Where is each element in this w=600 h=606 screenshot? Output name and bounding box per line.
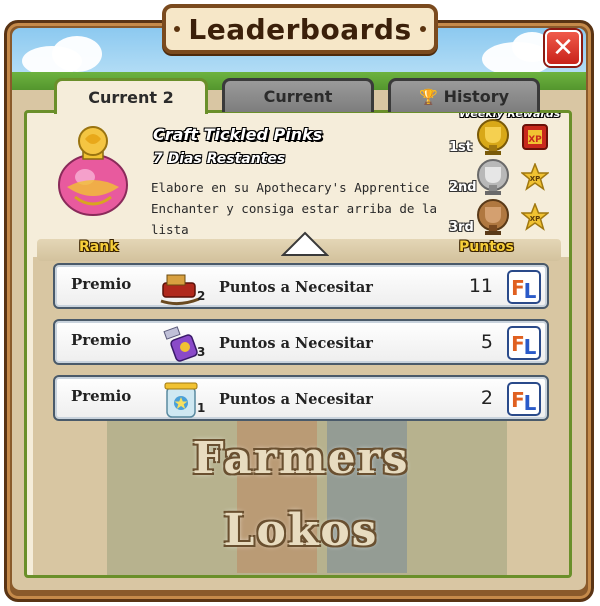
- close-icon: ✕: [552, 33, 574, 63]
- xp-book-icon: XP: [522, 124, 548, 150]
- tab-label: History: [443, 87, 510, 106]
- title-banner: Leaderboards: [162, 4, 438, 54]
- place-label: 2nd: [449, 180, 477, 195]
- svg-text:XP: XP: [528, 135, 542, 145]
- row-description: Puntos a Necesitar: [219, 391, 373, 408]
- gold-trophy-icon: [477, 119, 509, 155]
- row-description: Puntos a Necesitar: [219, 279, 373, 296]
- row-quantity: 1: [197, 401, 206, 415]
- tab-history[interactable]: 🏆 History: [388, 78, 540, 112]
- silver-trophy-icon: [477, 159, 509, 195]
- bronze-trophy-icon: [477, 199, 509, 235]
- leaderboard-row: Premio 3 Puntos a Necesitar 5 F L: [53, 319, 549, 365]
- svg-text:L: L: [524, 335, 537, 359]
- row-label: Premio: [71, 331, 132, 349]
- tab-label: Current: [263, 87, 333, 106]
- tab-current[interactable]: Current: [222, 78, 374, 112]
- reward-row-3rd: 3rd XP: [449, 199, 559, 237]
- row-quantity: 3: [197, 345, 206, 359]
- row-points: 5: [480, 331, 493, 353]
- watermark-line-2: Lokos: [223, 505, 379, 556]
- quest-description-line: Elabore en su Apothecary's Apprentice: [151, 180, 430, 195]
- svg-text:L: L: [524, 391, 537, 415]
- farmers-logo-icon[interactable]: F L: [507, 270, 541, 304]
- rank-header: Rank: [79, 239, 119, 255]
- trophy-icon: 🏆: [418, 87, 438, 106]
- place-label: 3rd: [449, 220, 474, 235]
- leaderboard-row: Premio 1 Puntos a Necesitar 2 F L: [53, 375, 549, 421]
- reward-row-1st: 1st XP: [449, 119, 559, 157]
- potion-icon: [58, 126, 128, 216]
- watermark-line-1: Farmers: [192, 433, 410, 484]
- svg-text:L: L: [524, 279, 537, 303]
- row-points: 2: [480, 387, 493, 409]
- quest-title: Craft Tickled Pinks: [153, 125, 323, 144]
- points-header: Puntos: [459, 239, 514, 255]
- row-description: Puntos a Necesitar: [219, 335, 373, 352]
- svg-text:XP: XP: [530, 215, 541, 223]
- farmers-logo-icon[interactable]: F L: [507, 382, 541, 416]
- row-quantity: 2: [197, 289, 206, 303]
- place-label: 1st: [449, 140, 472, 155]
- row-label: Premio: [71, 387, 132, 405]
- tab-label: Current 2: [88, 88, 174, 107]
- xp-star-icon: XP: [521, 163, 549, 191]
- xp-star-icon: XP: [521, 203, 549, 231]
- window-title: Leaderboards: [188, 12, 412, 46]
- scroll-up-arrow-icon[interactable]: [281, 231, 329, 257]
- reward-row-2nd: 2nd XP: [449, 159, 559, 197]
- row-label: Premio: [71, 275, 132, 293]
- tab-current-2[interactable]: Current 2: [54, 78, 208, 114]
- row-points: 11: [468, 275, 493, 297]
- leaderboard-row: Premio 2 Puntos a Necesitar 11 F L: [53, 263, 549, 309]
- close-button[interactable]: ✕: [545, 30, 581, 66]
- leaderboard-panel: Craft Tickled Pinks 7 Dias Restantes Ela…: [24, 110, 572, 578]
- quest-days-left: 7 Dias Restantes: [153, 151, 286, 167]
- farmers-logo-icon[interactable]: F L: [507, 326, 541, 360]
- svg-text:XP: XP: [530, 175, 541, 183]
